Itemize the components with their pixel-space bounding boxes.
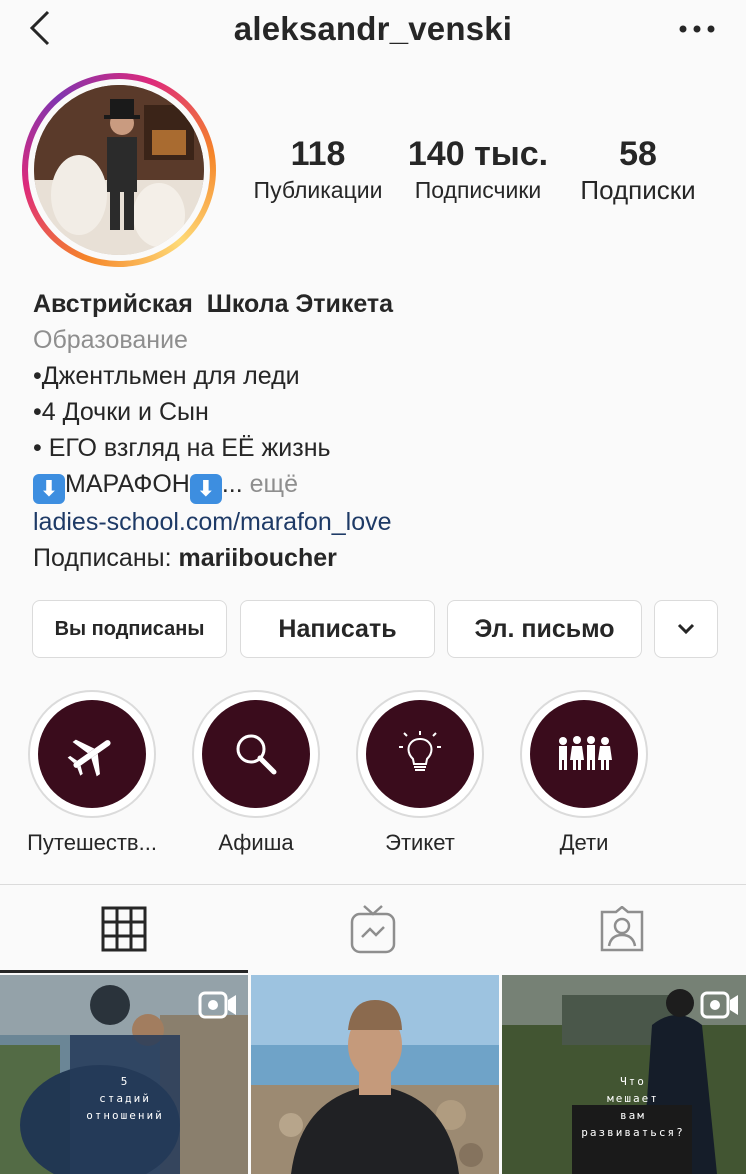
bio-line-3: • ЕГО взгляд на ЕЁ жизнь: [33, 434, 331, 462]
highlight-label: Этикет: [385, 830, 455, 855]
highlight-poster[interactable]: Афиша: [191, 690, 321, 856]
website-link[interactable]: ladies-school.com/marafon_love: [33, 504, 723, 540]
highlight-label: Дети: [559, 830, 609, 855]
grid-icon: [101, 906, 147, 952]
posts-count[interactable]: 118 Публикации: [246, 134, 390, 206]
chevron-down-icon: [677, 623, 695, 635]
profile-bio: Австрийская Школа Этикета Образование •Д…: [33, 286, 723, 576]
children-icon: [559, 736, 612, 770]
post-thumbnail[interactable]: 5 стадий отношений: [0, 975, 248, 1174]
avatar: [34, 85, 204, 255]
bio-more-link[interactable]: ещё: [250, 470, 298, 498]
post-overlay-text: Что мешает вам развиваться?: [581, 1075, 685, 1139]
video-camera-icon: [700, 991, 738, 1019]
more-options-button[interactable]: [672, 14, 722, 44]
followers-count[interactable]: 140 тыс. Подписчики: [404, 134, 552, 206]
bio-line-marathon: ⬇ МАРАФОН ⬇... ещё: [33, 466, 723, 504]
down-arrow-icon: ⬇: [33, 474, 65, 504]
igtv-icon: [350, 905, 396, 954]
following-count-label: Подписки: [580, 175, 696, 205]
highlight-travel[interactable]: Путешеств...: [27, 690, 157, 856]
post-thumbnail[interactable]: [251, 975, 499, 1174]
posts-count-label: Публикации: [253, 177, 383, 203]
followed-by-user: mariiboucher: [178, 544, 337, 572]
tagged-user-icon: [600, 906, 644, 952]
profile-name: Австрийская Школа Этикета: [33, 290, 394, 318]
profile-category: Образование: [33, 326, 188, 354]
active-tab-indicator: [0, 970, 248, 973]
marathon-text: МАРАФОН: [65, 470, 190, 498]
posts-count-value: 118: [290, 135, 346, 173]
highlight-label: Афиша: [218, 830, 294, 855]
tab-igtv[interactable]: [249, 885, 497, 973]
video-camera-icon: [198, 991, 236, 1019]
followers-count-value: 140 тыс.: [407, 135, 549, 173]
more-horizontal-icon: [679, 25, 715, 33]
tab-posts-grid[interactable]: [0, 885, 248, 973]
down-arrow-icon: ⬇: [189, 474, 222, 504]
following-button[interactable]: Вы подписаны: [32, 600, 227, 658]
story-ring[interactable]: [22, 73, 216, 267]
bio-line-1: •Джентльмен для леди: [33, 362, 300, 390]
lightbulb-icon: [399, 731, 441, 771]
suggestions-dropdown-button[interactable]: [654, 600, 718, 658]
profile-username: aleksandr_venski: [233, 10, 513, 47]
profile-header: aleksandr_venski: [0, 0, 746, 60]
followed-by[interactable]: Подписаны: mariiboucher: [33, 540, 723, 576]
highlight-children[interactable]: Дети: [519, 690, 649, 856]
post-overlay-text: 5 стадий отношений: [86, 1075, 164, 1122]
bio-ellipsis: ...: [221, 470, 243, 498]
tab-tagged[interactable]: [498, 885, 746, 973]
magnifier-icon: [236, 734, 277, 775]
highlight-etiquette[interactable]: Этикет: [355, 690, 485, 856]
airplane-icon: [67, 739, 111, 777]
following-count-value: 58: [619, 135, 657, 173]
message-button[interactable]: Написать: [240, 600, 435, 658]
followers-count-label: Подписчики: [414, 177, 542, 203]
posts-grid: 5 стадий отношений Что мешает вам развив…: [0, 975, 746, 1174]
bio-line-2: •4 Дочки и Сын: [33, 398, 209, 426]
followed-by-prefix: Подписаны:: [33, 544, 179, 572]
highlight-label: Путешеств...: [27, 830, 157, 855]
email-button[interactable]: Эл. письмо: [447, 600, 642, 658]
following-count[interactable]: 58 Подписки: [566, 134, 710, 206]
post-thumbnail[interactable]: Что мешает вам развиваться?: [502, 975, 746, 1174]
